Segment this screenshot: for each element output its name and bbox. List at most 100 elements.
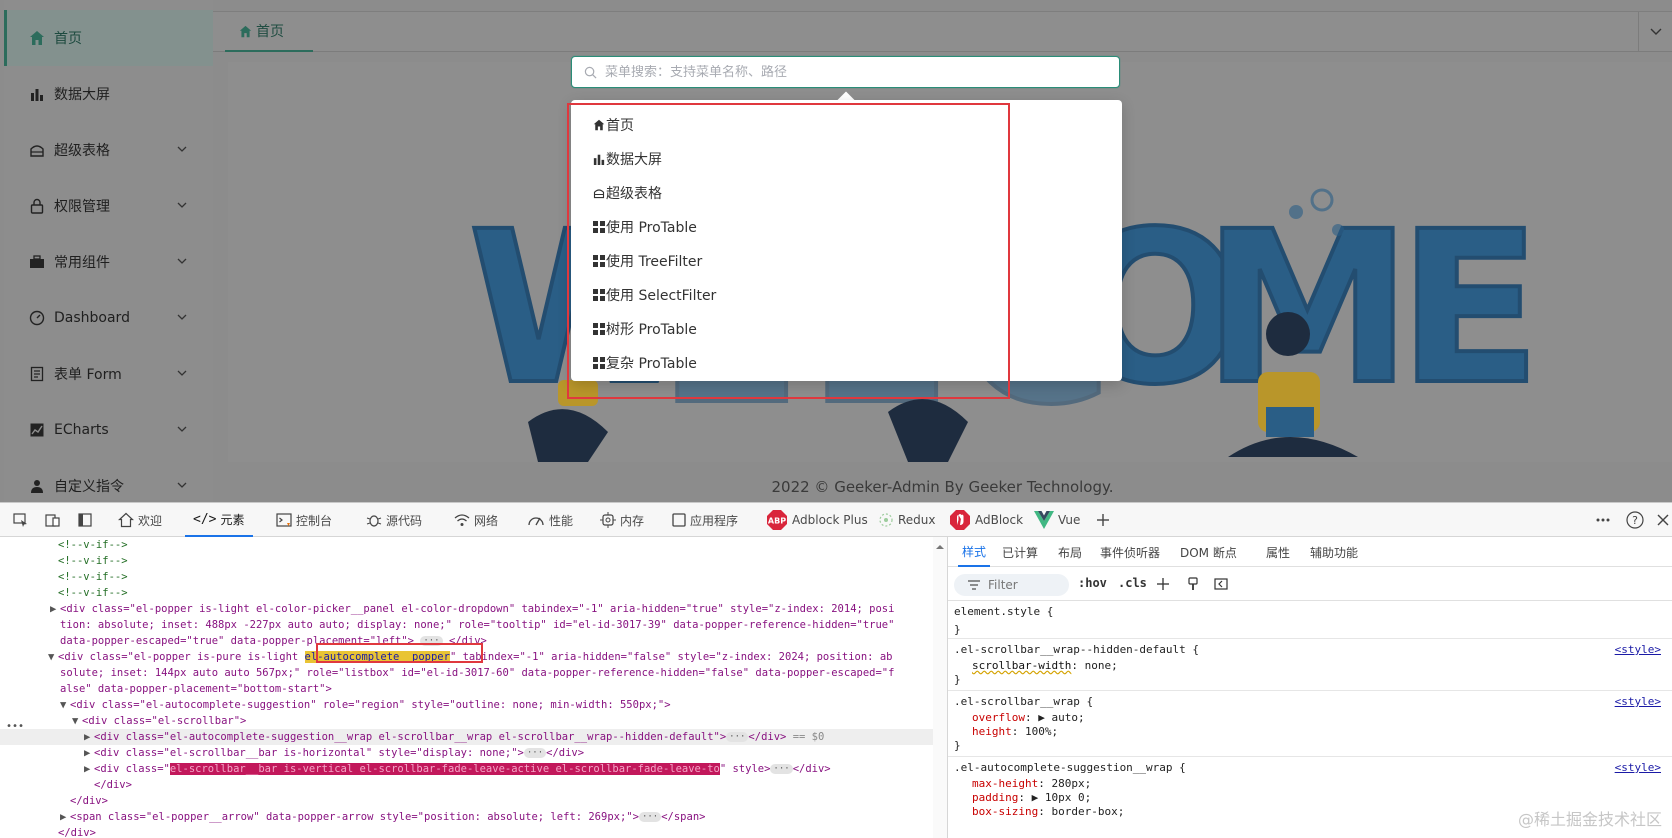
dom-scrollbar[interactable] — [933, 537, 947, 838]
tabs-more-button[interactable] — [1638, 12, 1672, 52]
help-icon[interactable]: ? — [1626, 511, 1644, 529]
dom-comment-line[interactable]: <!--v-if--> — [0, 537, 935, 553]
devtools-tab-console[interactable]: 控制台 — [276, 503, 332, 537]
style-declaration[interactable]: height: 100%; — [972, 725, 1058, 738]
dom-comment-line[interactable]: <!--v-if--> — [0, 553, 935, 569]
styles-tab-dom-breakpoints[interactable]: DOM 断点 — [1180, 537, 1237, 567]
style-declaration[interactable]: max-height: 280px; — [972, 777, 1091, 790]
class-toggle[interactable]: .cls — [1118, 576, 1147, 590]
sidebar-item-components[interactable]: 常用组件 — [4, 234, 213, 290]
dom-comment-line[interactable]: <!--v-if--> — [0, 585, 935, 601]
collapse-triangle-icon[interactable]: ▼ — [60, 697, 70, 713]
ellipsis-badge[interactable]: ··· — [726, 732, 749, 742]
wifi-icon — [454, 513, 470, 527]
dom-node-autocomplete-popper[interactable]: ▼ <div class="el-popper is-pure is-light … — [0, 649, 935, 665]
hover-state-toggle[interactable]: :hov — [1078, 576, 1107, 590]
styles-tab-layout[interactable]: 布局 — [1058, 537, 1082, 567]
style-rule-element-style[interactable]: element.style { } — [948, 601, 1672, 639]
style-rule-source-link[interactable]: <style> — [1615, 695, 1661, 708]
devtools-tab-application[interactable]: 应用程序 — [672, 503, 738, 537]
devtools-tab-welcome[interactable]: 欢迎 — [118, 503, 162, 537]
devtools-tab-vue[interactable]: Vue — [1034, 503, 1080, 537]
suggestion-item-use-selectfilter[interactable]: 使用 SelectFilter — [593, 283, 716, 307]
devtools-tab-redux[interactable]: Redux — [878, 503, 936, 537]
devtools-tab-network[interactable]: 网络 — [454, 503, 498, 537]
dom-node-bar-horizontal[interactable]: ▶ <div class="el-scrollbar__bar is-horizo… — [0, 745, 935, 761]
suggestion-item-super-table[interactable]: 超级表格 — [593, 181, 662, 205]
paint-brush-icon[interactable] — [1184, 575, 1202, 593]
style-declaration[interactable]: scrollbar-width: none; — [972, 659, 1118, 672]
style-property: padding — [972, 791, 1019, 804]
suggestion-item-use-treefilter[interactable]: 使用 TreeFilter — [593, 249, 702, 273]
dom-node-scrollbar[interactable]: ▼ <div class="el-scrollbar"> — [0, 713, 935, 729]
suggestion-item-use-protable[interactable]: 使用 ProTable — [593, 215, 697, 239]
search-input[interactable] — [605, 64, 1105, 80]
dom-node-suggestion[interactable]: ▼ <div class="el-autocomplete-suggestion"… — [0, 697, 935, 713]
devtools-tab-performance[interactable]: 性能 — [527, 503, 573, 537]
toggle-sidebar-icon[interactable] — [1212, 575, 1230, 593]
styles-tab-styles[interactable]: 样式 — [958, 537, 991, 567]
suggestion-item-home[interactable]: 首页 — [593, 113, 634, 137]
dom-node-close: </div> — [70, 795, 108, 807]
style-rule-source-link[interactable]: <style> — [1615, 761, 1661, 774]
sidebar-item-home[interactable]: 首页 — [4, 10, 213, 66]
more-options-icon[interactable] — [1594, 511, 1612, 529]
devtools-tab-adblock[interactable]: AdBlock — [949, 503, 1023, 537]
sidebar-item-permission[interactable]: 权限管理 — [4, 178, 213, 234]
inspect-element-icon[interactable] — [12, 511, 30, 529]
device-toolbar-icon[interactable] — [44, 511, 62, 529]
sidebar-item-form[interactable]: 表单 Form — [4, 346, 213, 402]
close-icon[interactable] — [1654, 511, 1672, 529]
styles-tab-properties[interactable]: 属性 — [1266, 537, 1290, 567]
adblock-icon — [949, 509, 971, 531]
dock-sidebar-icon[interactable] — [76, 511, 94, 529]
ellipsis-badge[interactable]: ··· — [523, 748, 547, 758]
expand-triangle-icon[interactable]: ▶ — [84, 761, 94, 777]
sidebar-item-dashboard[interactable]: Dashboard — [4, 290, 213, 346]
styles-tab-computed[interactable]: 已计算 — [1002, 537, 1038, 567]
ellipsis-badge[interactable]: ··· — [638, 812, 662, 822]
styles-filter-field[interactable] — [954, 574, 1069, 596]
table-icon — [28, 141, 46, 159]
devtools-tab-memory[interactable]: 内存 — [600, 503, 644, 537]
styles-tab-accessibility[interactable]: 辅助功能 — [1310, 537, 1358, 567]
sidebar-item-data-screen[interactable]: 数据大屏 — [4, 66, 213, 122]
dom-node-color-picker[interactable]: ▶ <div class="el-popper is-light el-color… — [0, 601, 935, 617]
style-rule-selector: .el-scrollbar__wrap { — [954, 695, 1094, 708]
add-panel-icon[interactable] — [1094, 511, 1112, 529]
sidebar-item-super-table[interactable]: 超级表格 — [4, 122, 213, 178]
sidebar-item-echarts[interactable]: ECharts — [4, 402, 213, 458]
suggestion-item-tree-protable[interactable]: 树形 ProTable — [593, 317, 697, 341]
menu-search-field[interactable] — [571, 56, 1120, 88]
dom-comment-line[interactable]: <!--v-if--> — [0, 569, 935, 585]
devtools-tab-elements[interactable]: </> 元素 — [185, 503, 253, 537]
styles-filter-input[interactable] — [988, 578, 1068, 592]
sidebar-item-directives[interactable]: 自定义指令 — [4, 458, 213, 502]
style-declaration[interactable]: overflow: ▶ auto; — [972, 711, 1085, 724]
expand-triangle-icon[interactable]: ▶ — [60, 809, 70, 825]
expand-triangle-icon[interactable]: ▶ — [84, 729, 94, 745]
dom-node-popper-arrow[interactable]: ▶ <span class="el-popper__arrow" data-pop… — [0, 809, 935, 825]
style-declaration[interactable]: padding: ▶ 10px 0; — [972, 791, 1091, 804]
collapse-triangle-icon[interactable]: ▼ — [48, 649, 58, 665]
style-rule-source-link[interactable]: <style> — [1615, 643, 1661, 656]
style-declaration[interactable]: box-sizing: border-box; — [972, 805, 1124, 818]
dom-node-bar-vertical[interactable]: ▶ <div class="el-scrollbar__bar is-vertic… — [0, 761, 935, 777]
collapse-triangle-icon[interactable]: ▼ — [72, 713, 82, 729]
styles-tab-event-listeners[interactable]: 事件侦听器 — [1100, 537, 1160, 567]
new-style-rule-icon[interactable] — [1154, 575, 1172, 593]
expand-triangle-icon[interactable]: ▶ — [84, 745, 94, 761]
tab-home[interactable]: 首页 — [225, 12, 313, 52]
dom-node-selected-wrap[interactable]: ▶ <div class="el-autocomplete-suggestion_… — [0, 729, 935, 745]
devtools-tab-sources[interactable]: 源代码 — [366, 503, 422, 537]
suggestion-item-complex-protable[interactable]: 复杂 ProTable — [593, 351, 697, 375]
style-rule-hidden-default[interactable]: .el-scrollbar__wrap--hidden-default { <s… — [948, 639, 1672, 691]
style-rule-scrollbar-wrap[interactable]: .el-scrollbar__wrap { <style> overflow: … — [948, 691, 1672, 757]
bar-chart-icon — [28, 85, 46, 103]
devtools-tab-adblock-plus[interactable]: ABP Adblock Plus — [766, 503, 868, 537]
suggestion-item-data-screen[interactable]: 数据大屏 — [593, 147, 662, 171]
expand-triangle-icon[interactable]: ▶ — [50, 601, 60, 617]
ellipsis-badge[interactable]: ··· — [770, 764, 793, 774]
dom-comment: <!--v-if--> — [58, 587, 128, 599]
ellipsis-badge[interactable]: ··· — [420, 636, 443, 646]
